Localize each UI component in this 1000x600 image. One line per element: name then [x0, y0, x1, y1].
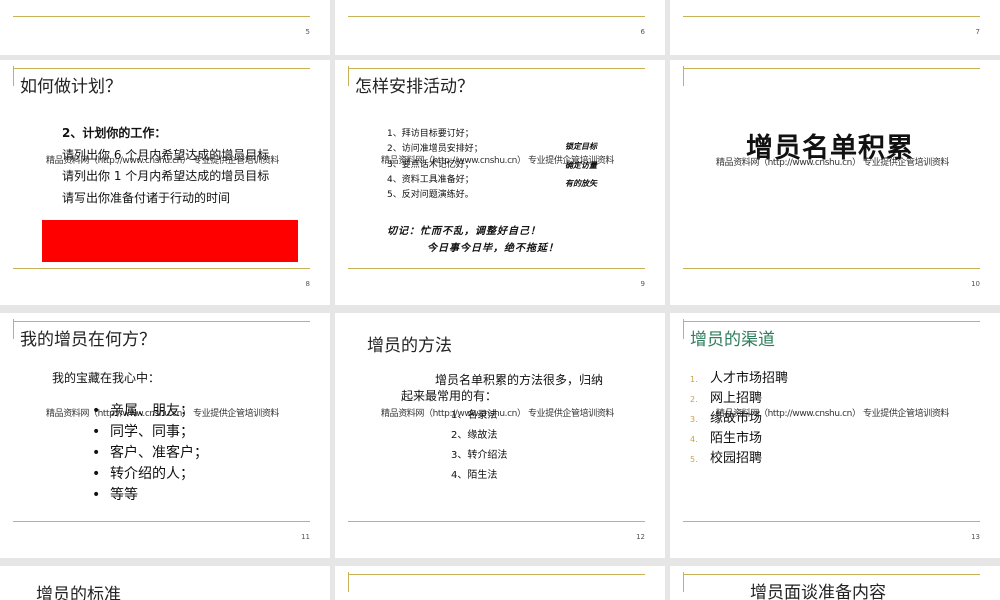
divider — [348, 16, 645, 17]
list-item: • 客户、准客户； — [92, 445, 208, 461]
intro-text: 起来最常用的有： — [401, 389, 498, 403]
numbered-list: 1. 人才市场招聘 2. 网上招聘 3. 缘故市场 4. 陌生市场 5. 校园招聘 — [690, 369, 788, 469]
divider — [683, 321, 980, 322]
watermark: 精品资料网（http://www.cnshu.cn） 专业提供企管培训资料 — [716, 158, 950, 168]
divider — [348, 521, 645, 522]
divider — [348, 572, 349, 592]
note: 今日事今日毕，绝不拖延！ — [427, 243, 559, 254]
slide-title: 增员面谈准备内容 — [750, 583, 886, 600]
divider — [348, 574, 645, 575]
slide-9[interactable]: 怎样安排活动？ 1、拜访目标要订好； 2、访问准增员安排好； 精品资料网（htt… — [335, 60, 665, 305]
text-line: 请列出你 1 个月内希望达成的增员目标 — [62, 169, 270, 183]
list-item: 4. 陌生市场 — [690, 431, 763, 446]
slide-5[interactable]: 5 — [0, 0, 330, 55]
slide-14[interactable]: 增员的标准 — [0, 566, 330, 600]
list-item: 2、缘故法 — [451, 430, 498, 441]
divider — [683, 16, 980, 17]
slide-16[interactable]: 增员面谈准备内容 — [670, 566, 1000, 600]
text-line: 3、要点话术记忆好； — [387, 160, 474, 170]
page-number: 10 — [971, 280, 980, 288]
text-line: 1、拜访目标要订好； — [387, 129, 474, 139]
list-item: 1、名录法 — [451, 410, 498, 421]
divider — [13, 16, 310, 17]
side-note: 确定访量 — [565, 161, 597, 170]
slide-title: 我的增员在何方？ — [20, 330, 156, 350]
side-note: 有的放矢 — [565, 179, 597, 188]
watermark: 精品资料网（http://www.cnshu.cn） 专业提供企管培训资料 — [46, 156, 280, 166]
page-number: 13 — [971, 533, 980, 541]
page-number: 5 — [305, 28, 310, 36]
red-box — [42, 220, 298, 262]
divider — [348, 66, 349, 86]
slide-heading: 2、计划你的工作： — [62, 126, 167, 140]
slide-title: 增员的方法 — [367, 336, 452, 356]
slide-title: 如何做计划？ — [20, 77, 122, 97]
slide-title: 增员的标准 — [36, 585, 121, 600]
divider — [683, 66, 684, 86]
text-line: 请写出你准备付诸于行动的时间 — [62, 191, 231, 205]
list-item: 3、转介绍法 — [451, 450, 508, 461]
slide-13[interactable]: 增员的渠道 1. 人才市场招聘 2. 网上招聘 3. 缘故市场 4. 陌生市场 5. 校园… — [670, 313, 1000, 558]
page-number: 6 — [640, 28, 645, 36]
divider — [683, 572, 684, 592]
list-item: 4、陌生法 — [451, 470, 498, 481]
divider — [683, 268, 980, 269]
divider — [683, 68, 980, 69]
divider — [13, 268, 310, 269]
divider — [13, 319, 14, 339]
slide-12[interactable]: 增员的方法 增员名单积累的方法很多，归纳 起来最常用的有： 精品资料网（http… — [335, 313, 665, 558]
divider — [13, 68, 310, 69]
page-number: 12 — [636, 533, 645, 541]
slide-11[interactable]: 我的增员在何方？ 我的宝藏在我心中： 精品资料网（http://www.cnsh… — [0, 313, 330, 558]
divider — [13, 66, 14, 86]
divider — [13, 321, 310, 322]
slide-10[interactable]: 增员名单积累 精品资料网（http://www.cnshu.cn） 专业提供企管… — [670, 60, 1000, 305]
side-note: 锁定目标 — [565, 142, 597, 151]
note: 切记：忙而不乱，调整好自己！ — [387, 226, 541, 237]
divider — [683, 521, 980, 522]
text-line: 4、资料工具准备好； — [387, 175, 474, 185]
text-line: 5、反对问题演练好。 — [387, 190, 474, 200]
watermark: 精品资料网（http://www.cnshu.cn） 专业提供企管培训资料 — [716, 409, 950, 419]
slide-title: 怎样安排活动？ — [355, 77, 474, 97]
list-item: • 亲属、朋友； — [92, 403, 194, 419]
divider — [348, 268, 645, 269]
slide-title: 增员的渠道 — [690, 330, 775, 350]
page-number: 11 — [301, 533, 310, 541]
page-number: 9 — [640, 280, 645, 288]
list-item: • 转介绍的人； — [92, 466, 194, 482]
page-number: 7 — [975, 28, 980, 36]
list-item: • 等等 — [92, 487, 138, 503]
list-item: 5. 校园招聘 — [690, 451, 763, 466]
divider — [683, 319, 684, 339]
divider — [348, 68, 645, 69]
list-item: 1. 人才市场招聘 — [690, 371, 789, 386]
watermark: 精品资料网（http://www.cnshu.cn） 专业提供企管培训资料 — [381, 409, 615, 419]
divider — [683, 574, 980, 575]
slide-8[interactable]: 如何做计划？ 2、计划你的工作： 请列出你 6 个月内希望达成的增员目标 精品资… — [0, 60, 330, 305]
intro-text: 我的宝藏在我心中： — [52, 371, 161, 385]
bullet-list: • 亲属、朋友； • 同学、同事； • 客户、准客户； • 转介绍的人； • 等等 — [92, 401, 208, 506]
list-item: • 同学、同事； — [92, 424, 194, 440]
slide-7[interactable]: 7 — [670, 0, 1000, 55]
divider — [13, 521, 310, 522]
page-number: 8 — [305, 280, 310, 288]
slide-15[interactable] — [335, 566, 665, 600]
slide-6[interactable]: 6 — [335, 0, 665, 55]
intro-text: 增员名单积累的方法很多，归纳 — [435, 373, 604, 387]
